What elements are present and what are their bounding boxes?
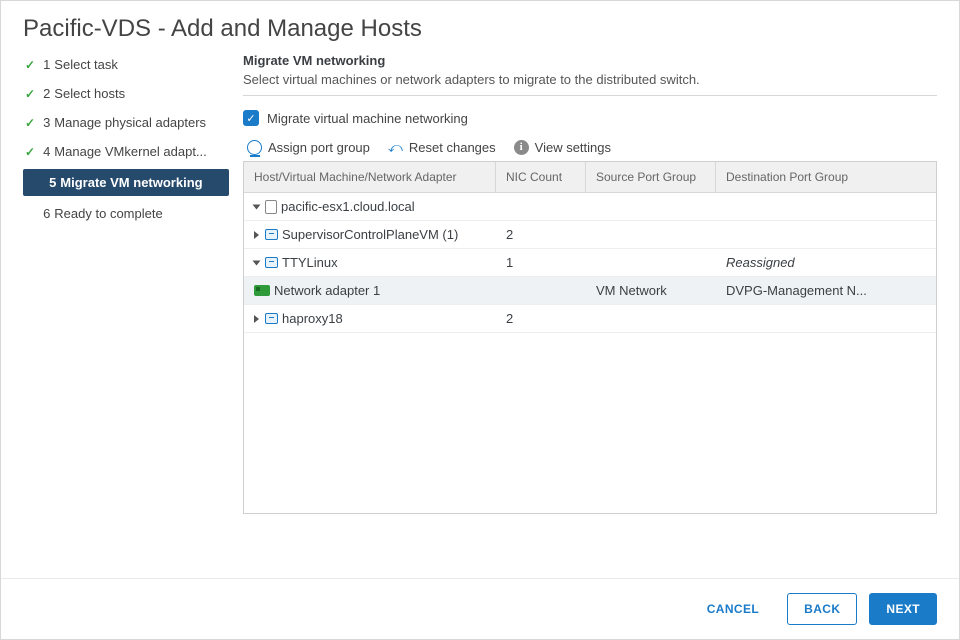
expand-toggle-icon[interactable] — [253, 204, 261, 209]
step-migrate-vm-networking[interactable]: ✓5 Migrate VM networking — [23, 169, 229, 196]
vm-icon — [265, 229, 278, 240]
check-icon: ✓ — [25, 87, 35, 101]
nic-icon — [254, 285, 270, 296]
step-manage-physical-adapters[interactable]: ✓3 Manage physical adapters — [23, 111, 229, 134]
vm-icon — [265, 257, 278, 268]
check-icon: ✓ — [25, 145, 35, 159]
check-icon: ✓ — [25, 58, 35, 72]
step-manage-vmkernel-adapters[interactable]: ✓4 Manage VMkernel adapt... — [23, 140, 229, 163]
grid-body: pacific-esx1.cloud.local SupervisorContr… — [244, 193, 936, 513]
section-heading: Migrate VM networking — [243, 53, 937, 68]
host-row[interactable]: pacific-esx1.cloud.local — [244, 193, 936, 221]
wizard-steps: ✓1 Select task ✓2 Select hosts ✓3 Manage… — [23, 53, 243, 514]
dialog-title: Pacific-VDS - Add and Manage Hosts — [1, 1, 959, 53]
expand-toggle-icon[interactable] — [254, 315, 259, 323]
toolbar: Assign port group Reset changes iView se… — [247, 140, 937, 155]
reset-changes-button[interactable]: Reset changes — [388, 140, 496, 155]
wizard-dialog: Pacific-VDS - Add and Manage Hosts ✓1 Se… — [0, 0, 960, 640]
migrate-vm-networking-checkbox[interactable]: ✓ Migrate virtual machine networking — [243, 110, 937, 126]
checkbox-label: Migrate virtual machine networking — [267, 111, 468, 126]
dialog-body: ✓1 Select task ✓2 Select hosts ✓3 Manage… — [1, 53, 959, 514]
expand-toggle-icon[interactable] — [253, 260, 261, 265]
network-grid: Host/Virtual Machine/Network Adapter NIC… — [243, 161, 937, 514]
info-icon: i — [514, 140, 529, 155]
step-select-hosts[interactable]: ✓2 Select hosts — [23, 82, 229, 105]
grid-header: Host/Virtual Machine/Network Adapter NIC… — [244, 162, 936, 193]
expand-toggle-icon[interactable] — [254, 231, 259, 239]
vm-row[interactable]: haproxy18 2 — [244, 305, 936, 333]
vm-row[interactable]: SupervisorControlPlaneVM (1) 2 — [244, 221, 936, 249]
checkbox-checked-icon: ✓ — [243, 110, 259, 126]
assign-port-group-button[interactable]: Assign port group — [247, 140, 370, 155]
vm-row[interactable]: TTYLinux 1Reassigned — [244, 249, 936, 277]
next-button[interactable]: NEXT — [869, 593, 937, 625]
check-icon: ✓ — [25, 116, 35, 130]
vm-icon — [265, 313, 278, 324]
wizard-content: Migrate VM networking Select virtual mac… — [243, 53, 937, 514]
col-nic-count[interactable]: NIC Count — [496, 162, 586, 192]
host-icon — [265, 200, 277, 214]
view-settings-button[interactable]: iView settings — [514, 140, 611, 155]
divider — [243, 95, 937, 96]
col-destination-port-group[interactable]: Destination Port Group — [716, 162, 936, 192]
dialog-footer: CANCEL BACK NEXT — [1, 578, 959, 639]
col-name[interactable]: Host/Virtual Machine/Network Adapter — [244, 162, 496, 192]
step-select-task[interactable]: ✓1 Select task — [23, 53, 229, 76]
cancel-button[interactable]: CANCEL — [691, 594, 775, 624]
assign-port-group-icon — [247, 140, 262, 155]
col-source-port-group[interactable]: Source Port Group — [586, 162, 716, 192]
reset-icon — [388, 140, 403, 155]
back-button[interactable]: BACK — [787, 593, 857, 625]
network-adapter-row[interactable]: Network adapter 1 VM NetworkDVPG-Managem… — [244, 277, 936, 305]
section-subheading: Select virtual machines or network adapt… — [243, 72, 937, 87]
step-ready-to-complete[interactable]: ✓6 Ready to complete — [23, 202, 229, 225]
